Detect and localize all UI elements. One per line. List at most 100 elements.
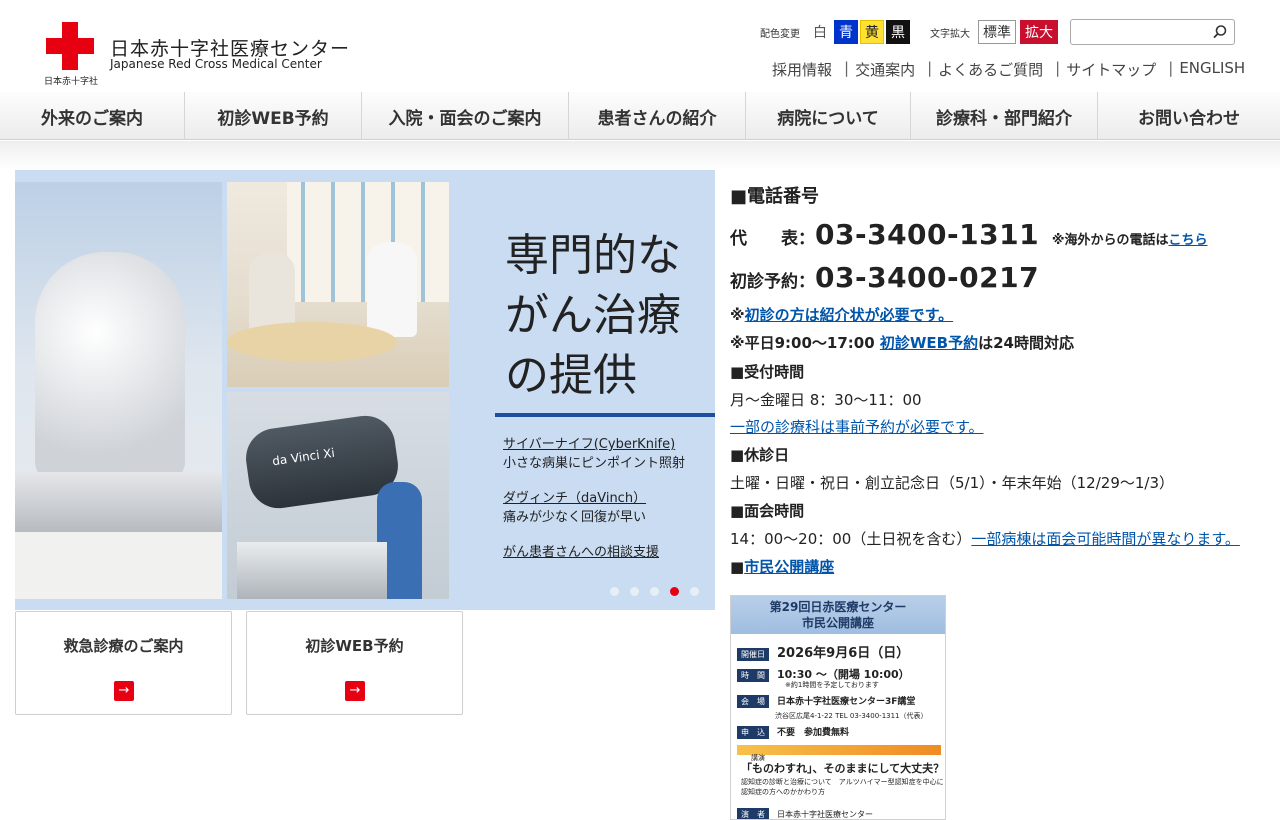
lecture-link[interactable]: 市民公開講座 [744, 558, 834, 576]
slider-dots [610, 587, 710, 596]
first-visit-number[interactable]: 03-3400-0217 [815, 261, 1039, 294]
console-shape [237, 542, 387, 599]
visit-hours: 14：00〜20：00（土日祝を含む） [730, 530, 972, 548]
poster-tag: 演 者 [737, 808, 769, 819]
poster-tag: 申 込 [737, 726, 769, 739]
visit-heading: ■面会時間 [730, 502, 805, 520]
arrow-right-icon: → [345, 681, 365, 701]
poster-address: 渋谷区広尾4-1-22 TEL 03-3400-1311（代表） [775, 712, 928, 720]
feature-title[interactable]: サイバーナイフ(CyberKnife) [503, 433, 685, 452]
feature-title[interactable]: ダヴィンチ（daVinch） [503, 487, 646, 506]
feature-davinci[interactable]: ダヴィンチ（daVinch） 痛みが少なく回復が早い [503, 487, 646, 525]
poster-date: 2026年9月6日（日） [777, 646, 910, 661]
poster-tag: 開催日 [737, 648, 769, 661]
feature-title[interactable]: がん患者さんへの相談支援 [503, 541, 659, 560]
feature-consultation[interactable]: がん患者さんへの相談支援 [503, 541, 659, 560]
nav-shadow [0, 141, 1280, 169]
search-input[interactable] [1075, 22, 1205, 42]
slide-dot[interactable] [650, 587, 659, 596]
floor-shape [15, 532, 222, 599]
slide-dot[interactable] [630, 587, 639, 596]
lecture-poster[interactable]: 第29回日赤医療センター 市民公開講座 開催日 2026年9月6日（日） 時 間1… [730, 595, 946, 820]
nav-outpatient[interactable]: 外来のご案内 [0, 92, 185, 140]
phone-heading: ■電話番号 [730, 186, 820, 207]
overseas-link[interactable]: こちら [1169, 233, 1208, 248]
main-phone-label: 代 表： [730, 229, 815, 249]
overseas-text: ※海外からの電話は [1051, 233, 1169, 248]
search-icon[interactable] [1212, 24, 1228, 40]
slide-dot-active[interactable] [670, 587, 679, 596]
hero-slider[interactable]: da Vinci Xi 専門的な がん治療 の提供 サイバーナイフ(CyberK… [15, 170, 715, 610]
separator: | [927, 59, 933, 77]
nav-departments[interactable]: 診療科・部門紹介 [911, 92, 1098, 140]
poster-apply-row: 申 込不要 参加費無料 [737, 725, 849, 739]
global-nav: 外来のご案内 初診WEB予約 入院・面会のご案内 患者さんの紹介 病院について … [0, 92, 1280, 140]
separator: | [1168, 59, 1174, 77]
headline-line: がん治療 [505, 290, 681, 341]
separator: | [844, 59, 850, 77]
reception-link[interactable]: 一部の診療科は事前予約が必要です。 [730, 416, 984, 437]
feature-cyberknife[interactable]: サイバーナイフ(CyberKnife) 小さな病巣にピンポイント照射 [503, 433, 685, 471]
weekday-row: ※平日9:00〜17:00 初診WEB予約は24時間対応 [730, 332, 1074, 353]
nav-patient-referral[interactable]: 患者さんの紹介 [569, 92, 746, 140]
bed-shape [15, 472, 222, 532]
link-english[interactable]: ENGLISH [1179, 59, 1245, 80]
poster-tag: 会 場 [737, 695, 769, 708]
link-sitemap[interactable]: サイトマップ [1066, 59, 1156, 80]
first-visit-phone-row: 初診予約：03-3400-0217 [730, 261, 1039, 294]
main-phone-number[interactable]: 03-3400-1311 [815, 218, 1039, 251]
font-standard-button[interactable]: 標準 [978, 20, 1016, 44]
utility-links: 採用情報 | 交通案内 | よくあるご質問 | サイトマップ | ENGLISH [772, 59, 1245, 80]
slide-dot[interactable] [610, 587, 619, 596]
hero-rule [495, 413, 715, 417]
closed-days: 土曜・日曜・祝日・創立記念日（5/1）・年末年始（12/29〜1/3） [730, 474, 1175, 492]
poster-desc-2: 認知症の方へのかかわり方 [741, 788, 825, 796]
headline-line: 専門的な [505, 230, 681, 281]
poster-header: 第29回日赤医療センター 市民公開講座 [731, 596, 945, 634]
poster-question: 「ものわすれ」、そのままにして大丈夫？ [741, 762, 945, 775]
search-box [1070, 19, 1235, 45]
weekday-prefix: ※平日9:00〜17:00 [730, 334, 880, 352]
poster-tag: 時 間 [737, 669, 769, 682]
nav-web-reservation[interactable]: 初診WEB予約 [185, 92, 362, 140]
lecture-row: ■市民公開講座 [730, 556, 834, 577]
color-white-button[interactable]: 白 [808, 20, 832, 44]
color-blue-button[interactable]: 青 [834, 20, 858, 44]
poster-subtitle: 市民公開講座 [801, 616, 874, 630]
robot-shape [35, 252, 185, 482]
link-faq[interactable]: よくあるご質問 [938, 59, 1043, 80]
poster-title: 第29回日赤医療センター [769, 600, 907, 614]
main-phone-row: 代 表：03-3400-1311 ※海外からの電話はこちら [730, 218, 1208, 251]
slide-dot[interactable] [690, 587, 699, 596]
emergency-card[interactable]: 救急診療のご案内 → [15, 611, 232, 715]
color-yellow-button[interactable]: 黄 [860, 20, 884, 44]
table-shape [227, 322, 397, 362]
nav-about-hospital[interactable]: 病院について [746, 92, 911, 140]
hospital-logo[interactable]: 日本赤十字社 日本赤十字社医療センター Japanese Red Cross M… [44, 22, 349, 87]
poster-lecture-bar: 講演 [737, 745, 941, 762]
emergency-card-label: 救急診療のご案内 [63, 637, 184, 655]
person-shape [367, 242, 417, 337]
link-access[interactable]: 交通案内 [855, 59, 915, 80]
closed-heading: ■休診日 [730, 446, 790, 464]
nav-admission-visit[interactable]: 入院・面会のご案内 [362, 92, 569, 140]
link-recruit[interactable]: 採用情報 [772, 59, 832, 80]
poster-venue-row: 会 場日本赤十字社医療センター3F講堂 [737, 694, 915, 708]
visit-link[interactable]: 一部病棟は面会可能時間が異なります。 [971, 530, 1240, 548]
red-cross-icon [46, 22, 94, 70]
feature-subtitle: 小さな病巣にピンポイント照射 [503, 456, 686, 471]
referral-prefix: ※ [730, 306, 745, 324]
font-large-button[interactable]: 拡大 [1020, 20, 1058, 44]
accessibility-bar: 配色変更 白 青 黄 黒 文字拡大 標準 拡大 [760, 19, 1062, 45]
weekday-web-link[interactable]: 初診WEB予約 [880, 334, 978, 352]
referral-link[interactable]: 初診の方は紹介状が必要です。 [745, 306, 954, 324]
poster-venue: 日本赤十字社医療センター3F講堂 [777, 697, 916, 707]
web-reservation-card-label: 初診WEB予約 [305, 637, 404, 655]
poster-desc-1: 認知症の診断と治療について アルツハイマー型認知症を中心に [741, 778, 944, 786]
logo-english-name: Japanese Red Cross Medical Center [110, 57, 322, 71]
nav-contact[interactable]: お問い合わせ [1098, 92, 1280, 140]
color-black-button[interactable]: 黒 [886, 20, 910, 44]
poster-speaker-row: 演 者日本赤十字社医療センター [737, 808, 873, 819]
headline-line: の提供 [505, 350, 637, 401]
web-reservation-card[interactable]: 初診WEB予約 → [246, 611, 463, 715]
